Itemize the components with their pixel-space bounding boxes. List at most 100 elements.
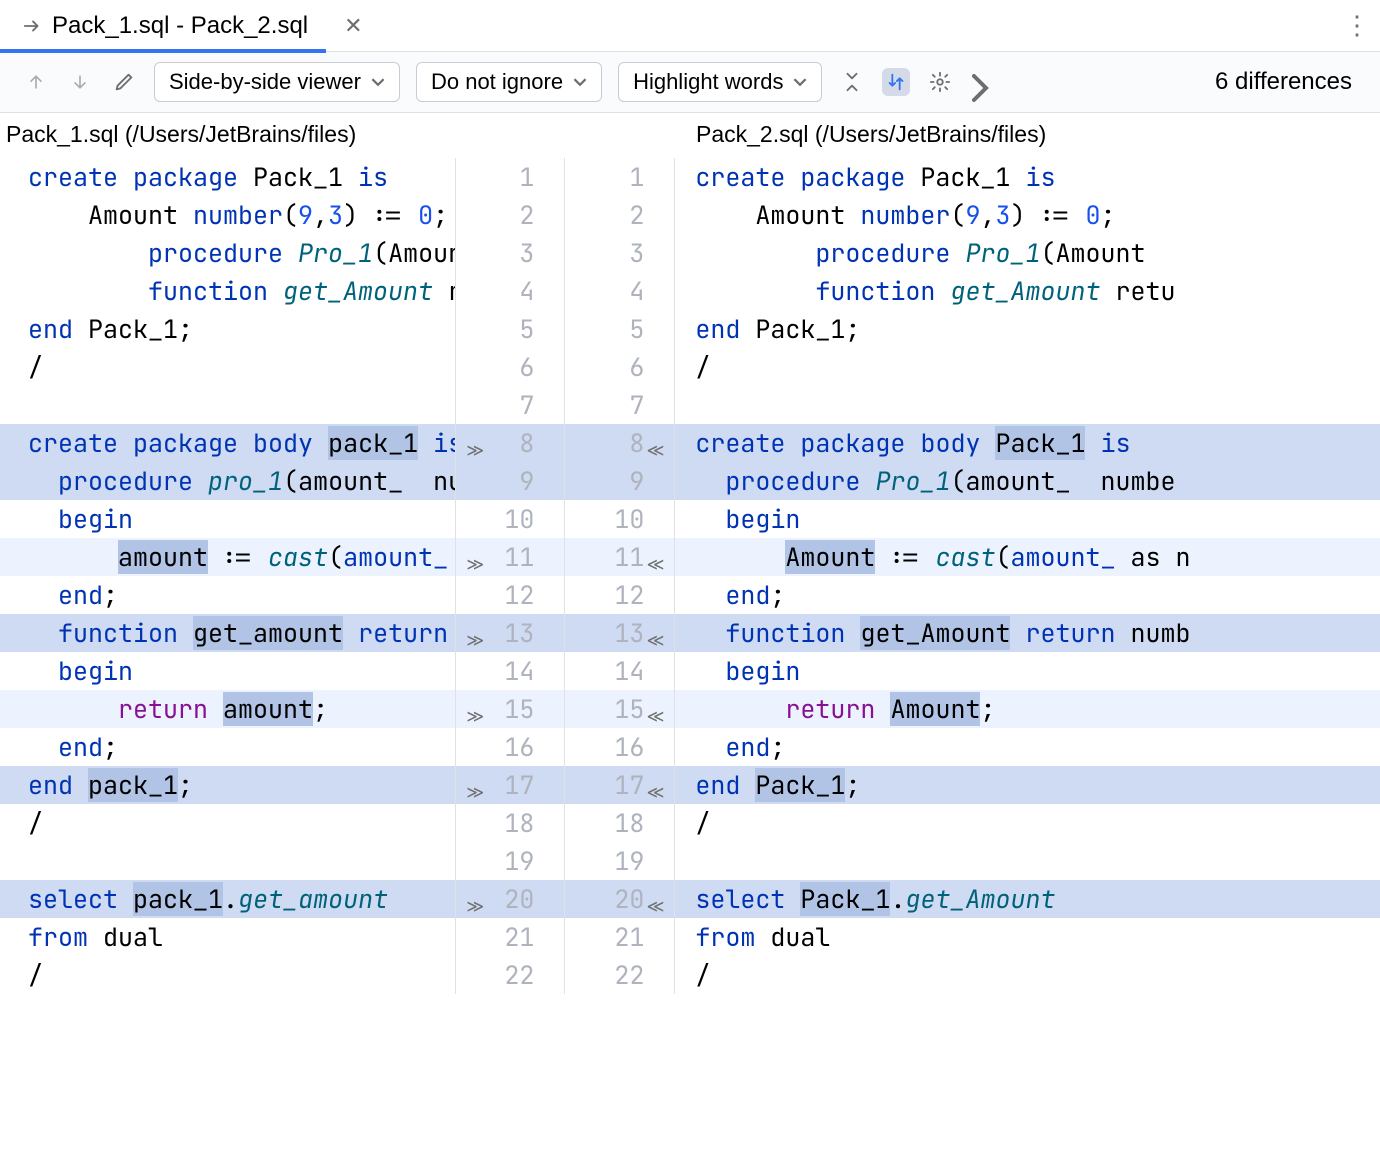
gutter-right: 6 xyxy=(565,348,675,386)
left-file-path: Pack_1.sql (/Users/JetBrains/files) xyxy=(0,113,690,158)
edit-icon[interactable] xyxy=(110,68,138,96)
gutter-right: 21 xyxy=(565,918,675,956)
prev-diff-icon[interactable] xyxy=(22,68,50,96)
gutter-left: 9 xyxy=(455,462,565,500)
gutter-right: 3 xyxy=(565,234,675,272)
code-left[interactable] xyxy=(0,386,455,424)
gutter-right: 22 xyxy=(565,956,675,994)
chevron-down-icon xyxy=(793,75,807,89)
gutter-left: 19 xyxy=(455,842,565,880)
gutter-left: 6 xyxy=(455,348,565,386)
gutter-left: ≫15 xyxy=(455,690,565,728)
code-right[interactable]: from dual xyxy=(675,918,1380,956)
code-right[interactable]: function get_Amount return numb xyxy=(675,614,1380,652)
code-right[interactable]: select Pack_1.get_Amount xyxy=(675,880,1380,918)
gutter-left: 10 xyxy=(455,500,565,538)
code-right[interactable]: procedure Pro_1(amount_ numbe xyxy=(675,462,1380,500)
ignore-dropdown[interactable]: Do not ignore xyxy=(416,62,602,102)
sync-scroll-icon[interactable] xyxy=(882,68,910,96)
tabs-more-icon[interactable]: ⋮ xyxy=(1344,10,1380,41)
code-right[interactable]: create package Pack_1 is xyxy=(675,158,1380,196)
gutter-left: ≫20 xyxy=(455,880,565,918)
gutter-right: 12 xyxy=(565,576,675,614)
code-right[interactable]: / xyxy=(675,348,1380,386)
code-left[interactable]: end; xyxy=(0,728,455,766)
gutter-right: 14 xyxy=(565,652,675,690)
code-left[interactable]: Amount number(9,3) := 0; xyxy=(0,196,455,234)
gutter-right: 10 xyxy=(565,500,675,538)
chevron-right-icon[interactable] xyxy=(970,72,990,92)
code-left[interactable]: amount := cast(amount_ a xyxy=(0,538,455,576)
highlight-label: Highlight words xyxy=(633,69,783,95)
code-right[interactable]: function get_Amount retu xyxy=(675,272,1380,310)
tab-diff[interactable]: Pack_1.sql - Pack_2.sql xyxy=(0,0,326,52)
highlight-dropdown[interactable]: Highlight words xyxy=(618,62,822,102)
code-right[interactable]: end Pack_1; xyxy=(675,766,1380,804)
gutter-right: 8≪ xyxy=(565,424,675,462)
code-left[interactable] xyxy=(0,842,455,880)
code-left[interactable]: / xyxy=(0,956,455,994)
gutter-left: 18 xyxy=(455,804,565,842)
file-headers: Pack_1.sql (/Users/JetBrains/files) Pack… xyxy=(0,113,1380,158)
code-right[interactable]: end; xyxy=(675,576,1380,614)
code-left[interactable]: begin xyxy=(0,652,455,690)
code-left[interactable]: create package body pack_1 is xyxy=(0,424,455,462)
code-right[interactable]: Amount := cast(amount_ as n xyxy=(675,538,1380,576)
code-left[interactable]: return amount; xyxy=(0,690,455,728)
code-right[interactable] xyxy=(675,842,1380,880)
code-left[interactable]: / xyxy=(0,348,455,386)
tab-close-icon[interactable]: ✕ xyxy=(326,13,380,39)
gutter-left: 7 xyxy=(455,386,565,424)
code-right[interactable]: begin xyxy=(675,500,1380,538)
code-left[interactable]: function get_amount return n xyxy=(0,614,455,652)
collapse-icon[interactable] xyxy=(838,68,866,96)
tab-bar: Pack_1.sql - Pack_2.sql ✕ ⋮ xyxy=(0,0,1380,52)
diff-count: 6 differences xyxy=(1215,68,1358,96)
gutter-left: ≫11 xyxy=(455,538,565,576)
next-diff-icon[interactable] xyxy=(66,68,94,96)
gutter-left: ≫13 xyxy=(455,614,565,652)
code-right[interactable]: return Amount; xyxy=(675,690,1380,728)
gutter-right: 19 xyxy=(565,842,675,880)
ignore-label: Do not ignore xyxy=(431,69,563,95)
gutter-left: 16 xyxy=(455,728,565,766)
chevron-down-icon xyxy=(573,75,587,89)
code-right[interactable]: procedure Pro_1(Amount xyxy=(675,234,1380,272)
code-left[interactable]: end; xyxy=(0,576,455,614)
gutter-right: 2 xyxy=(565,196,675,234)
gutter-right: 20≪ xyxy=(565,880,675,918)
gutter-left: 21 xyxy=(455,918,565,956)
diff-grid: create package Pack_1 is11create package… xyxy=(0,158,1380,994)
gear-icon[interactable] xyxy=(926,68,954,96)
code-right[interactable]: / xyxy=(675,804,1380,842)
gutter-left: 5 xyxy=(455,310,565,348)
gutter-right: 11≪ xyxy=(565,538,675,576)
gutter-right: 9 xyxy=(565,462,675,500)
code-left[interactable]: create package Pack_1 is xyxy=(0,158,455,196)
code-left[interactable]: begin xyxy=(0,500,455,538)
gutter-right: 1 xyxy=(565,158,675,196)
code-right[interactable] xyxy=(675,386,1380,424)
code-right[interactable]: end; xyxy=(675,728,1380,766)
code-right[interactable]: / xyxy=(675,956,1380,994)
code-left[interactable]: / xyxy=(0,804,455,842)
code-left[interactable]: select pack_1.get_amount xyxy=(0,880,455,918)
view-mode-dropdown[interactable]: Side-by-side viewer xyxy=(154,62,400,102)
code-right[interactable]: end Pack_1; xyxy=(675,310,1380,348)
gutter-left: ≫17 xyxy=(455,766,565,804)
tab-title: Pack_1.sql - Pack_2.sql xyxy=(52,12,308,40)
code-left[interactable]: procedure pro_1(amount_ numb xyxy=(0,462,455,500)
gutter-right: 7 xyxy=(565,386,675,424)
code-right[interactable]: create package body Pack_1 is xyxy=(675,424,1380,462)
gutter-left: ≫8 xyxy=(455,424,565,462)
code-left[interactable]: end Pack_1; xyxy=(0,310,455,348)
gutter-left: 2 xyxy=(455,196,565,234)
code-right[interactable]: begin xyxy=(675,652,1380,690)
code-left[interactable]: end pack_1; xyxy=(0,766,455,804)
gutter-right: 18 xyxy=(565,804,675,842)
code-right[interactable]: Amount number(9,3) := 0; xyxy=(675,196,1380,234)
code-left[interactable]: function get_Amount r xyxy=(0,272,455,310)
chevron-down-icon xyxy=(371,75,385,89)
code-left[interactable]: from dual xyxy=(0,918,455,956)
code-left[interactable]: procedure Pro_1(Amount xyxy=(0,234,455,272)
